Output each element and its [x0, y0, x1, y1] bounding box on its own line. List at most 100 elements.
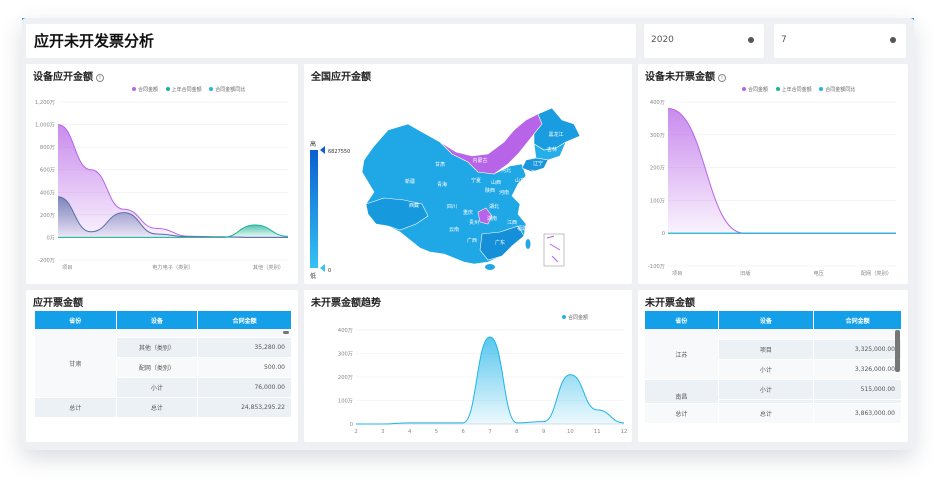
table-cell-spacer — [197, 329, 292, 338]
map-legend-handle-top[interactable] — [320, 146, 325, 154]
y-tick-label: 200万 — [650, 165, 665, 172]
map-region-label: 江苏 — [523, 191, 533, 198]
table-cell-spacer — [717, 329, 815, 340]
year-select-value: 2020 — [651, 35, 674, 45]
map-region-label: 黑龙江 — [548, 131, 563, 138]
col-header-province[interactable]: 省份 — [34, 310, 117, 330]
table-cell-province: 江苏 — [644, 329, 719, 380]
map-region-label: 山东 — [515, 177, 525, 184]
header-panel: 应开未开发票分析 — [26, 24, 636, 58]
table-row-total[interactable]: 总计 总计 24,853,295.22 — [34, 397, 292, 418]
x-tick-label: 12 — [621, 429, 628, 435]
x-tick-label: 4 — [408, 429, 412, 435]
unbilled-table: 省份 设备 合同金额 江苏 项目 3,325,000.00 小计 3,326,0… — [644, 310, 902, 424]
map-south-china-sea-inset[interactable] — [543, 233, 565, 267]
x-tick-label: 10 — [567, 429, 574, 435]
x-tick-label: 项目 — [672, 270, 682, 277]
table-cell-amount: 24,853,295.22 — [197, 397, 292, 418]
x-tick-label: 旧版 — [740, 269, 750, 277]
x-tick-label: 9 — [542, 429, 545, 435]
table-cell-province: 总计 — [34, 397, 117, 418]
map-region-label: 上海 — [533, 199, 543, 206]
x-tick-label: 3 — [381, 429, 384, 435]
trend-chart: 400万 300万 200万 100万 02 3 4 5 6 7 8 9 10 11 12 — [338, 327, 628, 435]
table-row-total[interactable]: 总计 总计 3,863,000.00 — [644, 403, 902, 424]
table-row[interactable]: 南昌 小计 515,000.00 — [644, 379, 902, 404]
china-map[interactable]: 高 低 6827550 0 新疆西藏 青海 甘肃四川云南 内蒙古 黑龙江吉林辽宁河北山西… — [304, 64, 632, 284]
table-cell-amount: 3,863,000.00 — [813, 403, 902, 424]
y-tick-label: 200万 — [40, 212, 55, 219]
map-region-label: 广东 — [495, 239, 505, 246]
table-cell-province: 南昌 — [644, 379, 719, 404]
map-region-hainan[interactable] — [485, 264, 495, 270]
y-tick-label: 0万 — [47, 234, 56, 241]
col-header-amount[interactable]: 合同金额 — [813, 310, 902, 330]
unbilled-table-panel: 未开票金额 省份 设备 合同金额 江苏 项目 3,325,000.00 小计 3… — [638, 290, 908, 442]
map-region-label: 青海 — [437, 181, 447, 188]
table-cell-province: 甘肃 — [34, 329, 117, 398]
y-tick-label: 0 — [350, 422, 353, 428]
map-region-label: 四川 — [447, 204, 457, 210]
year-select[interactable]: 2020 — [644, 24, 764, 58]
col-header-province[interactable]: 省份 — [644, 310, 719, 330]
map-region-label: 辽宁 — [533, 160, 543, 167]
map-region-taiwan[interactable] — [525, 239, 531, 249]
page-title: 应开未开发票分析 — [34, 32, 155, 50]
table-cell-device: 小计 — [115, 377, 199, 398]
y-tick-label: 100万 — [338, 398, 353, 405]
map-region-label: 北京 — [513, 157, 523, 164]
series-area-0 — [668, 108, 896, 234]
map-region-label: 湖南 — [487, 215, 497, 222]
dashboard-frame: 应开未开发票分析 2020 7 设备应开金额 i 合同金额 上年合同金额 合同金额… — [22, 18, 914, 450]
device-due-chart: 1,200万 1,000万 800万 600万 400万 200万 0万 -200万项目 电力电… — [35, 99, 289, 271]
map-legend-bar[interactable] — [310, 150, 318, 268]
table-row[interactable]: 江苏 — [644, 329, 902, 380]
device-due-panel: 设备应开金额 i 合同金额 上年合同金额 合同金额同比 1,200万 1,000万 8… — [26, 64, 298, 284]
map-region-label: 天津 — [525, 169, 535, 176]
y-tick-label: -100万 — [648, 263, 665, 270]
series-area-0 — [356, 337, 624, 424]
col-header-amount[interactable]: 合同金额 — [197, 310, 292, 330]
table-cell-amount: 3,326,000.00 — [813, 359, 902, 380]
map-region-label: 贵州 — [469, 219, 479, 226]
col-header-device[interactable]: 设备 — [717, 310, 815, 330]
map-legend-handle-bottom[interactable] — [320, 264, 325, 272]
device-unbilled-chart: 400万 300万 200万 100万 0 -100万项目 旧版 电压 配网（类别） — [648, 99, 896, 277]
chevron-down-icon[interactable] — [748, 37, 754, 43]
y-tick-label: 600万 — [40, 167, 55, 174]
y-tick-label: 400万 — [338, 327, 353, 334]
map-region-label: 内蒙古 — [472, 157, 487, 164]
table-cell-device: 总计 — [717, 403, 815, 424]
table-cell-device: 项目 — [717, 339, 815, 360]
table-cell-device: 其他（类别） — [115, 337, 199, 358]
x-tick-label: 8 — [515, 429, 518, 435]
col-header-device[interactable]: 设备 — [115, 310, 199, 330]
y-tick-label: 300万 — [650, 132, 665, 139]
china-map-panel: 全国应开金额 高 低 6827550 0 新疆 西藏 青海 甘肃 四川 云南 内… — [304, 64, 632, 284]
x-tick-label: 2 — [354, 429, 357, 435]
map-region-label: 河南 — [499, 189, 509, 196]
due-table: 省份 设备 合同金额 甘肃 其他（类别） 35,280.00 配网（类别） 50… — [34, 310, 292, 418]
month-select-value: 7 — [781, 35, 787, 45]
map-legend-low: 低 — [310, 272, 316, 280]
x-tick-label: 项目 — [62, 264, 72, 271]
table-row[interactable]: 甘肃 — [34, 329, 292, 398]
table-cell-spacer — [115, 329, 199, 338]
month-select[interactable]: 7 — [774, 24, 906, 58]
table-scrollbar[interactable] — [895, 330, 900, 372]
y-tick-label: 400万 — [40, 189, 55, 196]
map-region-label: 湖北 — [489, 203, 499, 210]
map-region-heilongjiang[interactable] — [533, 107, 581, 151]
map-region-label: 浙江 — [525, 205, 535, 212]
map-region-label: 福建 — [517, 225, 527, 232]
map-legend-max: 6827550 — [328, 149, 350, 155]
map-region-label: 山西 — [491, 179, 501, 186]
map-legend-min: 0 — [328, 268, 331, 274]
due-table-panel: 应开票金额 省份 设备 合同金额 甘肃 其他（类别） 35,280.00 配网（… — [26, 290, 298, 442]
y-tick-label: 1,000万 — [35, 122, 55, 129]
x-tick-label: 11 — [594, 429, 601, 435]
table-scrollbar[interactable] — [283, 331, 289, 334]
chevron-down-icon[interactable] — [890, 37, 896, 43]
series-area-0 — [58, 124, 288, 238]
map-region-label: 江西 — [507, 219, 517, 226]
